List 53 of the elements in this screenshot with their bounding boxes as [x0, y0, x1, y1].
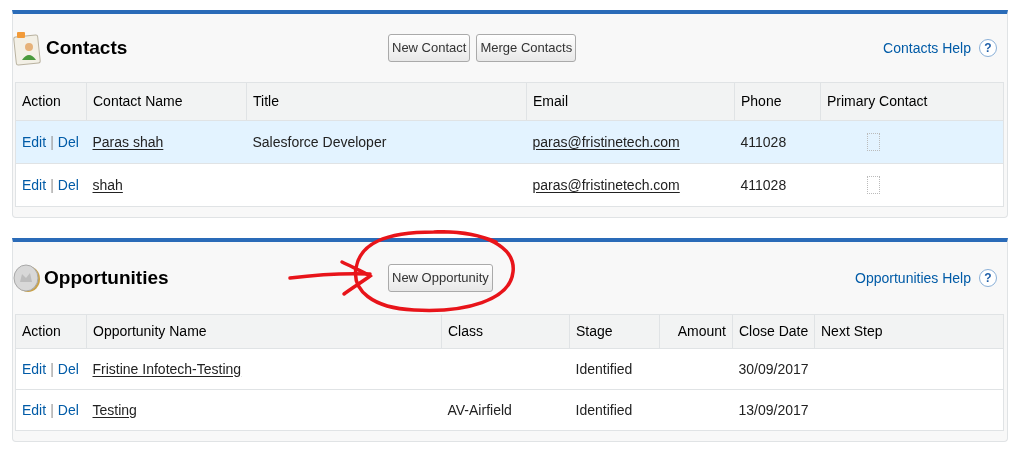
table-cell: AV-Airfield — [447, 401, 512, 418]
edit-link[interactable]: Edit — [22, 360, 47, 377]
panel-title: Contacts — [46, 35, 128, 60]
delete-link[interactable]: Del — [57, 360, 79, 377]
column-header: Action — [15, 82, 87, 121]
table-row[interactable]: Edit | Del shah paras@fristinetech.com 411028 — [15, 163, 1004, 207]
contact-card-icon — [13, 30, 43, 66]
table-row[interactable]: Edit | Del Fristine Infotech-Testing Identified 30/09/2017 — [15, 348, 1004, 390]
delete-link[interactable]: Del — [57, 176, 79, 193]
table-cell: 30/09/2017 — [738, 360, 809, 377]
column-header: Action — [15, 314, 87, 349]
column-header: Title — [246, 82, 527, 121]
link-separator: | — [50, 133, 54, 150]
record-link[interactable]: Paras shah — [92, 133, 164, 150]
column-header: Class — [441, 314, 570, 349]
record-link[interactable]: shah — [92, 176, 123, 193]
edit-link[interactable]: Edit — [22, 401, 47, 418]
column-header: Amount — [659, 314, 733, 349]
table-cell: Salesforce Developer — [252, 133, 387, 150]
column-header: Next Step — [814, 314, 1004, 349]
record-link[interactable]: paras@fristinetech.com — [532, 133, 680, 150]
delete-link[interactable]: Del — [57, 401, 79, 418]
table-cell: Identified — [575, 360, 633, 377]
action-button[interactable]: Merge Contacts — [476, 34, 577, 62]
link-separator: | — [50, 401, 54, 418]
record-link[interactable]: Fristine Infotech-Testing — [92, 360, 242, 377]
coin-icon — [13, 263, 41, 293]
help-icon[interactable]: ? — [979, 269, 997, 287]
column-header: Primary Contact — [820, 82, 1004, 121]
edit-link[interactable]: Edit — [22, 176, 47, 193]
panel-title: Opportunities — [44, 265, 169, 290]
table-cell: 411028 — [740, 176, 787, 193]
action-button[interactable]: New Contact — [388, 34, 471, 62]
record-link[interactable]: paras@fristinetech.com — [532, 176, 680, 193]
link-separator: | — [50, 360, 54, 377]
table-cell: 411028 — [740, 133, 787, 150]
column-header: Email — [526, 82, 735, 121]
table-cell: 13/09/2017 — [738, 401, 809, 418]
link-separator: | — [50, 176, 54, 193]
delete-link[interactable]: Del — [57, 133, 79, 150]
table-row[interactable]: Edit | Del Testing AV-Airfield Identified 13/09/2017 — [15, 389, 1004, 431]
table-cell: Identified — [575, 401, 633, 418]
column-header: Phone — [734, 82, 821, 121]
action-button[interactable]: New Opportunity — [388, 264, 493, 292]
column-header: Opportunity Name — [86, 314, 442, 349]
edit-link[interactable]: Edit — [22, 133, 47, 150]
column-header: Contact Name — [86, 82, 247, 121]
column-header: Close Date — [732, 314, 815, 349]
help-link[interactable]: Contacts Help — [883, 37, 971, 59]
help-icon[interactable]: ? — [979, 39, 997, 57]
record-link[interactable]: Testing — [92, 401, 137, 418]
help-link[interactable]: Opportunities Help — [855, 267, 971, 289]
column-header: Stage — [569, 314, 660, 349]
